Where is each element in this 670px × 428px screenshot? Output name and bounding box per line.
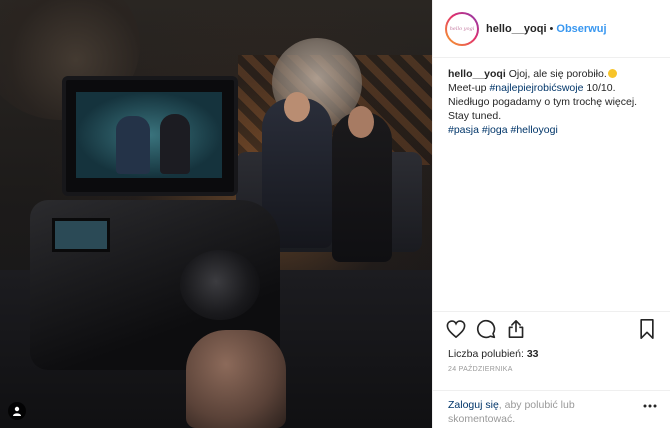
login-prompt: Zaloguj się, aby polubić lub skomentować… xyxy=(433,390,670,428)
user-tag-icon[interactable] xyxy=(8,402,26,420)
person-woman xyxy=(332,106,392,262)
post-sidebar: hello yogi hello__yoqi • Obserwuj hello_… xyxy=(432,0,670,428)
heart-icon[interactable] xyxy=(445,318,467,340)
likes-label: Liczba polubień: xyxy=(448,348,527,360)
header-separator: • xyxy=(549,22,554,35)
avatar[interactable]: hello yogi xyxy=(445,11,479,46)
header-username[interactable]: hello__yoqi xyxy=(486,23,547,35)
camera-lens xyxy=(180,250,260,320)
monitor-screen xyxy=(76,92,222,178)
caption-line-2-suffix: 10/10. xyxy=(583,82,616,94)
post-header: hello yogi hello__yoqi • Obserwuj xyxy=(433,0,670,58)
bookmark-icon[interactable] xyxy=(636,318,658,340)
login-link[interactable]: Zaloguj się xyxy=(448,399,499,411)
caption-line-2-prefix: Meet-up xyxy=(448,82,490,94)
caption-line-1: Ojoj, ale się porobiło. xyxy=(508,68,607,80)
camera-monitor xyxy=(62,76,238,196)
likes-number: 33 xyxy=(526,348,539,360)
post-photo[interactable] xyxy=(0,0,432,428)
share-icon[interactable] xyxy=(505,318,527,340)
hashtag-link[interactable]: #helloyogi xyxy=(511,124,558,136)
avatar-logo: hello yogi xyxy=(447,13,477,44)
more-options-icon[interactable] xyxy=(642,399,658,413)
follow-button[interactable]: Obserwuj xyxy=(556,23,606,35)
post-caption: hello__yoqi Ojoj, ale się porobiło. Meet… xyxy=(433,58,670,311)
comment-icon[interactable] xyxy=(475,318,497,340)
caption-line-3: Niedługo pogadamy o tym trochę więcej. xyxy=(448,96,638,108)
hashtag-link[interactable]: #joga xyxy=(482,124,508,136)
post-date[interactable]: 24 PAŹDZIERNIKA xyxy=(433,362,670,380)
operator-hand xyxy=(186,330,286,428)
camera-small-screen xyxy=(52,218,110,252)
hashtag-link[interactable]: #pasja xyxy=(448,124,479,136)
instagram-post: hello yogi hello__yoqi • Obserwuj hello_… xyxy=(0,0,670,428)
post-actions xyxy=(433,311,670,346)
likes-count[interactable]: Liczba polubień: 33 xyxy=(433,346,670,362)
caption-line-4: Stay tuned. xyxy=(448,110,502,122)
login-text: Zaloguj się, aby polubić lub skomentować… xyxy=(448,398,642,426)
caption-username[interactable]: hello__yoqi xyxy=(448,68,506,80)
hashtag-link[interactable]: #najlepiejrobićswoje xyxy=(489,82,583,94)
grinning-face-icon xyxy=(607,69,617,78)
